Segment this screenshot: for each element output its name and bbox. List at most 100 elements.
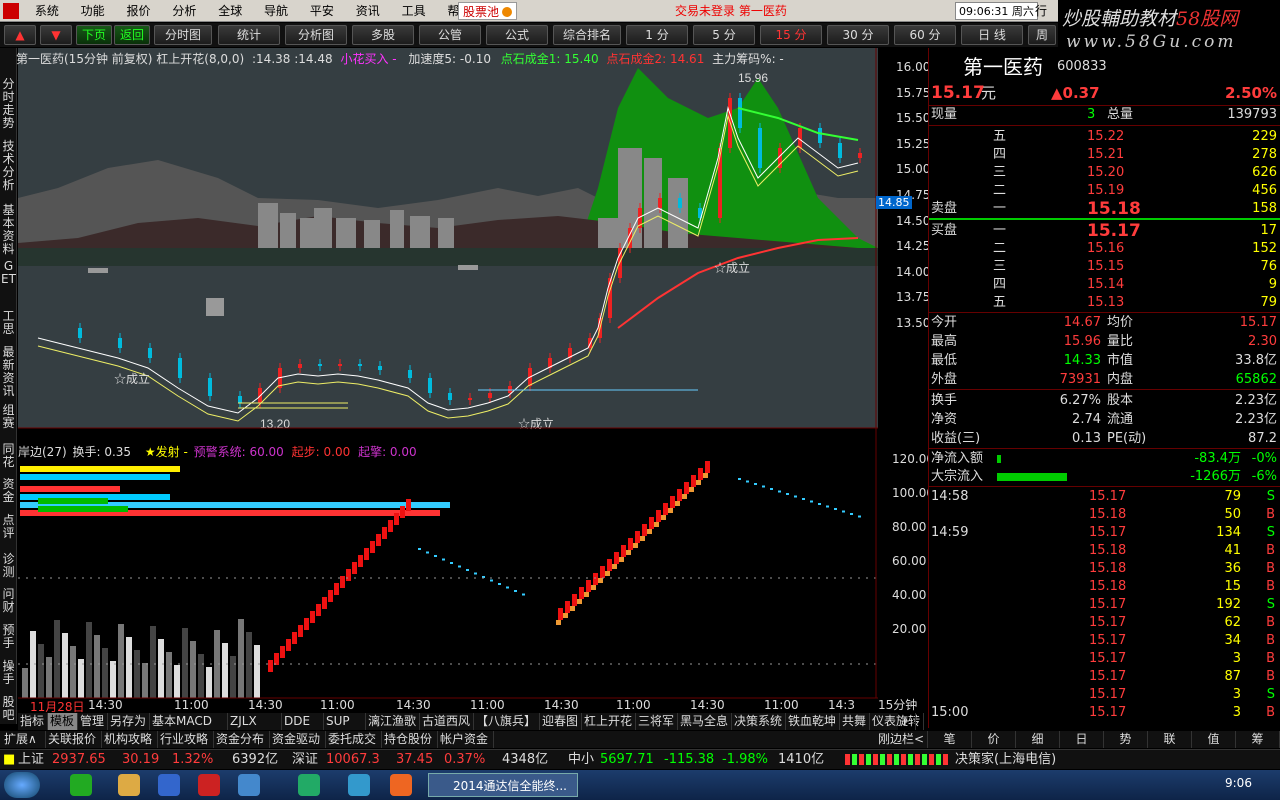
tb-formula-mgr[interactable]: 公管 (419, 25, 481, 45)
tb-stats[interactable]: 统计 (218, 25, 280, 45)
tb-1min[interactable]: 1 分 (626, 25, 688, 45)
tab-add-button[interactable]: + (898, 713, 916, 730)
next-page-button[interactable]: 下页 (76, 25, 112, 45)
tb-multi[interactable]: 多股 (352, 25, 414, 45)
taskbar-folder-icon[interactable] (118, 774, 140, 796)
taskbar-qq-icon[interactable] (238, 774, 260, 796)
sidebar-item-13[interactable]: 操手 (1, 660, 16, 686)
ext-tab-3[interactable]: 行业攻略 (158, 731, 214, 748)
taskbar-chrome-icon[interactable] (298, 774, 320, 796)
ext-tab-4[interactable]: 资金分布 (214, 731, 270, 748)
ind-tab-14[interactable]: 黑马全息 (678, 713, 732, 730)
ext-tab-0[interactable]: 扩展∧ (2, 731, 46, 748)
down-arrow-button[interactable]: ▼ (40, 25, 72, 45)
tb-rank[interactable]: 综合排名 (553, 25, 621, 45)
ind-tab-16[interactable]: 铁血乾坤 (786, 713, 840, 730)
taskbar-ie-icon[interactable] (348, 774, 370, 796)
ext-tab-1[interactable]: 关联报价 (46, 731, 102, 748)
tb-formula[interactable]: 公式 (486, 25, 548, 45)
ext-tab-5[interactable]: 资金驱动 (270, 731, 326, 748)
ind-tab-3[interactable]: 另存为 (108, 713, 150, 730)
ext-tab-8[interactable]: 帐户资金 (438, 731, 494, 748)
ind-tab-0[interactable]: 指标 (18, 713, 48, 730)
ind-tab-4[interactable]: 基本MACD (150, 713, 228, 730)
sidebar-item-12[interactable]: 预手 (1, 624, 16, 650)
ind-tab-11[interactable]: 迎春图 (540, 713, 582, 730)
main-chart[interactable]: 15.96 13.20 ☆成立 ☆成立 ☆成立 (18, 48, 878, 728)
sidebar-item-6[interactable]: 组赛 (1, 404, 16, 430)
menu-function[interactable]: 功能 (72, 0, 114, 22)
ind-tab-7[interactable]: SUP (324, 713, 366, 730)
start-button[interactable] (4, 772, 40, 798)
flow-row: 大宗流入 -1266万 -6% (929, 468, 1280, 486)
taskbar-tdx-icon[interactable] (198, 774, 220, 796)
ind-tab-10[interactable]: 【八旗兵】 (474, 713, 540, 730)
tick-time: 15:00 (931, 705, 969, 720)
tb-daily[interactable]: 日 线 (961, 25, 1023, 45)
tb-weekly[interactable]: 周 (1028, 25, 1056, 45)
menu-tools[interactable]: 工具 (393, 0, 435, 22)
taskbar-360-icon[interactable] (70, 774, 92, 796)
tb-chart[interactable]: 分析图 (285, 25, 347, 45)
taskbar-window[interactable]: 2014通达信全能终... (428, 773, 578, 797)
sidebar-item-7[interactable]: 同花 (1, 443, 16, 469)
sidebar-item-11[interactable]: 问财 (1, 588, 16, 614)
sh-amount: 6392亿 (232, 752, 279, 767)
sidebar-item-8[interactable]: 资金 (1, 478, 16, 504)
menu-global[interactable]: 全球 (209, 0, 251, 22)
quote-tab-3[interactable]: 日 (1060, 731, 1104, 748)
tb-timeshare[interactable]: 分时图 (154, 25, 212, 45)
ind-tab-8[interactable]: 漓江渔歌 (366, 713, 420, 730)
sidebar-item-9[interactable]: 点评 (1, 514, 16, 540)
ind-tab-5[interactable]: ZJLX (228, 713, 282, 730)
sidebar-item-10[interactable]: 诊测 (1, 553, 16, 579)
menu-pingan[interactable]: 平安 (301, 0, 343, 22)
sidebar-item-14[interactable]: 股吧 (1, 696, 16, 722)
sidebar-toggle[interactable]: 刚边栏< (876, 731, 928, 748)
tb-60min[interactable]: 60 分 (894, 25, 956, 45)
ind-tab-13[interactable]: 三将军 (636, 713, 678, 730)
ind-tab-17[interactable]: 共舞 (840, 713, 870, 730)
sidebar-item-5[interactable]: 最新资讯 (1, 346, 16, 398)
sidebar-item-0[interactable]: 分时走势 (1, 78, 16, 130)
sh-label[interactable]: 上证 (18, 751, 44, 769)
sidebar-item-2[interactable]: 基本资料 (1, 204, 16, 256)
quote-tab-5[interactable]: 联 (1148, 731, 1192, 748)
stock-pool-button[interactable]: 股票池 (458, 2, 518, 20)
ind-tab-15[interactable]: 决策系统 (732, 713, 786, 730)
tb-15min[interactable]: 15 分 (760, 25, 822, 45)
sz-pct: 0.37% (444, 752, 486, 767)
taskbar-firefox-icon[interactable] (390, 774, 412, 796)
back-button[interactable]: 返回 (114, 25, 150, 45)
ext-tab-6[interactable]: 委托成交 (326, 731, 382, 748)
ext-tab-2[interactable]: 机构攻略 (102, 731, 158, 748)
app-logo-icon[interactable] (3, 3, 19, 19)
quote-tab-1[interactable]: 价 (972, 731, 1016, 748)
ind-tab-2[interactable]: 管理 (78, 713, 108, 730)
zx-label[interactable]: 中小 (568, 751, 594, 769)
tb-5min[interactable]: 5 分 (693, 25, 755, 45)
quote-tab-7[interactable]: 筹 (1236, 731, 1280, 748)
menu-navigate[interactable]: 导航 (255, 0, 297, 22)
sidebar-item-3[interactable]: GET (1, 260, 16, 286)
ind-tab-1[interactable]: 模板 (48, 713, 78, 730)
sz-label[interactable]: 深证 (292, 751, 318, 769)
up-arrow-button[interactable]: ▲ (4, 25, 36, 45)
quote-tab-2[interactable]: 细 (1016, 731, 1060, 748)
menu-quote[interactable]: 报价 (118, 0, 160, 22)
quote-tab-6[interactable]: 值 (1192, 731, 1236, 748)
menu-news[interactable]: 资讯 (347, 0, 389, 22)
sidebar-item-1[interactable]: 技术分析 (1, 140, 16, 192)
ind-tab-12[interactable]: 杠上开花 (582, 713, 636, 730)
menu-analysis[interactable]: 分析 (163, 0, 205, 22)
menu-extra[interactable]: 行 (1035, 0, 1047, 22)
taskbar-app-icon[interactable] (158, 774, 180, 796)
quote-tab-4[interactable]: 势 (1104, 731, 1148, 748)
ext-tab-7[interactable]: 持仓股份 (382, 731, 438, 748)
ind-tab-6[interactable]: DDE (282, 713, 324, 730)
menu-system[interactable]: 系统 (26, 0, 68, 22)
tb-30min[interactable]: 30 分 (827, 25, 889, 45)
sidebar-item-4[interactable]: 工思 (1, 310, 16, 336)
ind-tab-9[interactable]: 古道西风 (420, 713, 474, 730)
quote-tab-0[interactable]: 笔 (928, 731, 972, 748)
